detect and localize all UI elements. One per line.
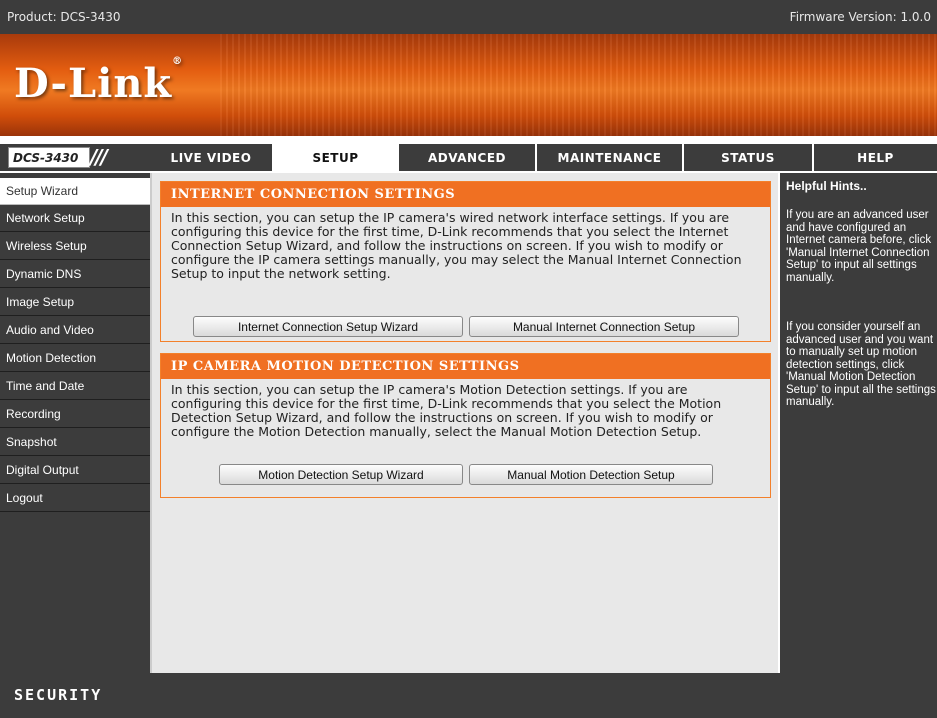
- sidebar-item-time-date[interactable]: Time and Date: [0, 373, 150, 400]
- product-label: Product: DCS-3430: [7, 10, 121, 24]
- security-brand: SECURITY: [14, 686, 103, 704]
- internet-wizard-button[interactable]: Internet Connection Setup Wizard: [193, 316, 463, 337]
- tab-label: MAINTENANCE: [557, 151, 662, 165]
- top-bar: Product: DCS-3430 Firmware Version: 1.0.…: [0, 0, 937, 34]
- tab-label: STATUS: [721, 151, 775, 165]
- brand-banner: D-Link®: [0, 34, 937, 136]
- sidebar-item-dynamic-dns[interactable]: Dynamic DNS: [0, 261, 150, 288]
- sidebar: Setup Wizard Network Setup Wireless Setu…: [0, 173, 150, 673]
- sidebar-item-motion-detection[interactable]: Motion Detection: [0, 345, 150, 372]
- tab-live-video[interactable]: LIVE VIDEO: [150, 144, 272, 171]
- model-slashes: ///: [90, 145, 108, 169]
- motion-panel-text: In this section, you can setup the IP ca…: [171, 382, 722, 439]
- hints-title: Helpful Hints..: [786, 179, 867, 193]
- tab-label: SETUP: [312, 151, 359, 165]
- sidebar-item-setup-wizard[interactable]: Setup Wizard: [0, 178, 150, 205]
- registered-mark: ®: [172, 56, 184, 67]
- sidebar-item-image-setup[interactable]: Image Setup: [0, 289, 150, 316]
- sidebar-item-network-setup[interactable]: Network Setup: [0, 205, 150, 232]
- banner-separator: [0, 136, 937, 144]
- dlink-logo: D-Link®: [14, 56, 183, 107]
- tab-setup[interactable]: SETUP: [272, 144, 397, 171]
- tab-label: LIVE VIDEO: [170, 151, 252, 165]
- tab-maintenance[interactable]: MAINTENANCE: [535, 144, 682, 171]
- tab-label: HELP: [857, 151, 894, 165]
- model-badge: DCS-3430: [8, 147, 90, 168]
- main-content: INTERNET CONNECTION SETTINGS In this sec…: [150, 173, 778, 673]
- firmware-label: Firmware Version: 1.0.0: [789, 10, 931, 24]
- sidebar-item-audio-video[interactable]: Audio and Video: [0, 317, 150, 344]
- internet-panel-text: In this section, you can setup the IP ca…: [171, 210, 742, 281]
- motion-panel-title: IP CAMERA MOTION DETECTION SETTINGS: [161, 354, 770, 379]
- logo-text: D-Link: [14, 60, 173, 107]
- hints-paragraph-2: If you consider yourself an advanced use…: [786, 321, 936, 408]
- manual-internet-setup-button[interactable]: Manual Internet Connection Setup: [469, 316, 739, 337]
- sidebar-item-digital-output[interactable]: Digital Output: [0, 457, 150, 484]
- internet-panel-title: INTERNET CONNECTION SETTINGS: [161, 182, 770, 207]
- tab-label: ADVANCED: [427, 151, 506, 165]
- internet-connection-panel: INTERNET CONNECTION SETTINGS In this sec…: [160, 181, 771, 342]
- helpful-hints-panel: Helpful Hints.. If you are an advanced u…: [778, 173, 937, 673]
- tab-advanced[interactable]: ADVANCED: [397, 144, 535, 171]
- motion-wizard-button[interactable]: Motion Detection Setup Wizard: [219, 464, 463, 485]
- hints-paragraph-1: If you are an advanced user and have con…: [786, 209, 932, 284]
- tab-help[interactable]: HELP: [812, 144, 937, 171]
- sidebar-item-snapshot[interactable]: Snapshot: [0, 429, 150, 456]
- tab-status[interactable]: STATUS: [682, 144, 812, 171]
- manual-motion-setup-button[interactable]: Manual Motion Detection Setup: [469, 464, 713, 485]
- banner-stripe: [220, 34, 937, 136]
- main-nav: LIVE VIDEO SETUP ADVANCED MAINTENANCE ST…: [150, 144, 937, 171]
- sidebar-item-recording[interactable]: Recording: [0, 401, 150, 428]
- sidebar-item-logout[interactable]: Logout: [0, 485, 150, 512]
- motion-detection-panel: IP CAMERA MOTION DETECTION SETTINGS In t…: [160, 353, 771, 498]
- sidebar-item-wireless-setup[interactable]: Wireless Setup: [0, 233, 150, 260]
- footer: SECURITY: [0, 673, 937, 718]
